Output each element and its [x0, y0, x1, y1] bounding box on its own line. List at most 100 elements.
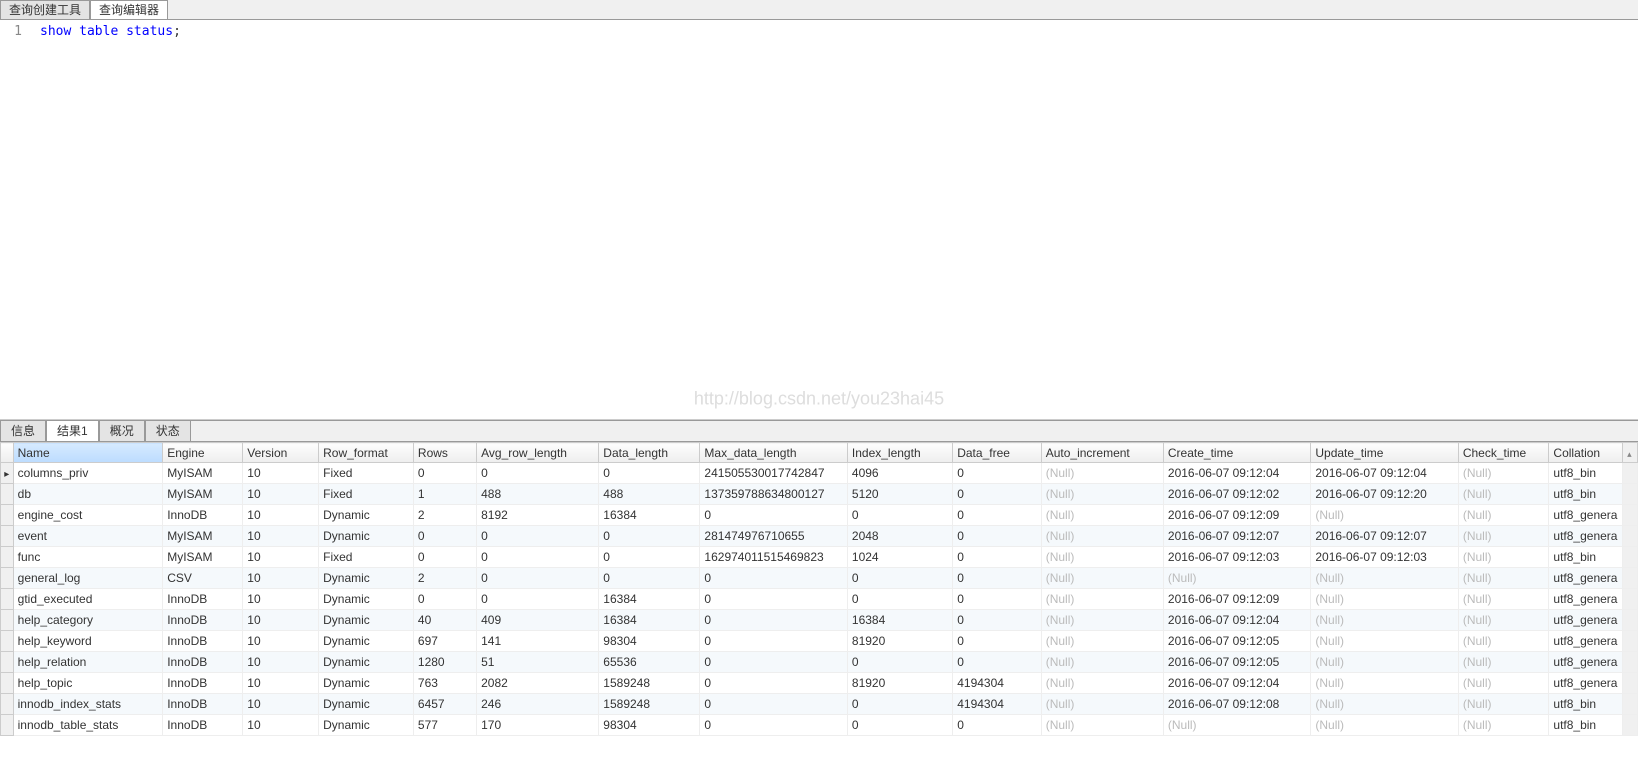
cell-auto_increment[interactable]: (Null) [1041, 652, 1163, 673]
column-header-collation[interactable]: Collation [1549, 443, 1623, 463]
cell-max_data_length[interactable]: 0 [700, 568, 847, 589]
cell-collation[interactable]: utf8_bin [1549, 547, 1623, 568]
table-row[interactable]: help_topicInnoDB10Dynamic763208215892480… [1, 673, 1638, 694]
cell-name[interactable]: innodb_table_stats [13, 715, 163, 736]
cell-row_format[interactable]: Dynamic [319, 505, 414, 526]
cell-avg_row_length[interactable]: 8192 [477, 505, 599, 526]
cell-create_time[interactable]: 2016-06-07 09:12:09 [1163, 505, 1310, 526]
cell-row_format[interactable]: Dynamic [319, 715, 414, 736]
cell-row_format[interactable]: Dynamic [319, 526, 414, 547]
cell-index_length[interactable]: 5120 [847, 484, 952, 505]
cell-name[interactable]: db [13, 484, 163, 505]
cell-data_free[interactable]: 0 [953, 547, 1041, 568]
cell-rows[interactable]: 577 [413, 715, 476, 736]
cell-version[interactable]: 10 [243, 694, 319, 715]
cell-max_data_length[interactable]: 162974011515469823 [700, 547, 847, 568]
cell-rows[interactable]: 0 [413, 526, 476, 547]
cell-data_length[interactable]: 65536 [599, 652, 700, 673]
cell-avg_row_length[interactable]: 2082 [477, 673, 599, 694]
cell-version[interactable]: 10 [243, 484, 319, 505]
cell-create_time[interactable]: 2016-06-07 09:12:03 [1163, 547, 1310, 568]
cell-max_data_length[interactable]: 0 [700, 652, 847, 673]
cell-avg_row_length[interactable]: 0 [477, 526, 599, 547]
cell-name[interactable]: general_log [13, 568, 163, 589]
cell-rows[interactable]: 0 [413, 589, 476, 610]
cell-check_time[interactable]: (Null) [1458, 673, 1549, 694]
cell-update_time[interactable]: (Null) [1311, 673, 1458, 694]
cell-avg_row_length[interactable]: 141 [477, 631, 599, 652]
cell-avg_row_length[interactable]: 0 [477, 463, 599, 484]
cell-auto_increment[interactable]: (Null) [1041, 463, 1163, 484]
cell-data_free[interactable]: 0 [953, 484, 1041, 505]
cell-update_time[interactable]: (Null) [1311, 694, 1458, 715]
cell-update_time[interactable]: (Null) [1311, 610, 1458, 631]
cell-index_length[interactable]: 0 [847, 694, 952, 715]
cell-check_time[interactable]: (Null) [1458, 547, 1549, 568]
cell-update_time[interactable]: 2016-06-07 09:12:04 [1311, 463, 1458, 484]
cell-engine[interactable]: InnoDB [163, 652, 243, 673]
tab-query-builder[interactable]: 查询创建工具 [0, 0, 90, 19]
cell-version[interactable]: 10 [243, 505, 319, 526]
cell-max_data_length[interactable]: 0 [700, 694, 847, 715]
cell-index_length[interactable]: 81920 [847, 673, 952, 694]
cell-update_time[interactable]: (Null) [1311, 589, 1458, 610]
cell-engine[interactable]: MyISAM [163, 463, 243, 484]
cell-name[interactable]: help_relation [13, 652, 163, 673]
cell-name[interactable]: event [13, 526, 163, 547]
column-header-create_time[interactable]: Create_time [1163, 443, 1310, 463]
table-row[interactable]: help_categoryInnoDB10Dynamic404091638401… [1, 610, 1638, 631]
cell-index_length[interactable]: 0 [847, 568, 952, 589]
cell-check_time[interactable]: (Null) [1458, 631, 1549, 652]
column-header-check_time[interactable]: Check_time [1458, 443, 1549, 463]
cell-auto_increment[interactable]: (Null) [1041, 715, 1163, 736]
cell-row_format[interactable]: Fixed [319, 463, 414, 484]
column-header-index_length[interactable]: Index_length [847, 443, 952, 463]
cell-avg_row_length[interactable]: 246 [477, 694, 599, 715]
cell-create_time[interactable]: 2016-06-07 09:12:02 [1163, 484, 1310, 505]
cell-avg_row_length[interactable]: 409 [477, 610, 599, 631]
cell-auto_increment[interactable]: (Null) [1041, 610, 1163, 631]
cell-data_free[interactable]: 4194304 [953, 694, 1041, 715]
table-row[interactable]: dbMyISAM10Fixed1488488137359788634800127… [1, 484, 1638, 505]
cell-max_data_length[interactable]: 0 [700, 505, 847, 526]
cell-rows[interactable]: 763 [413, 673, 476, 694]
cell-rows[interactable]: 40 [413, 610, 476, 631]
cell-version[interactable]: 10 [243, 463, 319, 484]
table-row[interactable]: help_relationInnoDB10Dynamic128051655360… [1, 652, 1638, 673]
cell-avg_row_length[interactable]: 488 [477, 484, 599, 505]
cell-data_length[interactable]: 1589248 [599, 694, 700, 715]
cell-version[interactable]: 10 [243, 673, 319, 694]
column-header-version[interactable]: Version [243, 443, 319, 463]
cell-data_length[interactable]: 98304 [599, 631, 700, 652]
cell-data_free[interactable]: 0 [953, 526, 1041, 547]
cell-name[interactable]: func [13, 547, 163, 568]
cell-version[interactable]: 10 [243, 652, 319, 673]
cell-row_format[interactable]: Fixed [319, 547, 414, 568]
cell-update_time[interactable]: (Null) [1311, 652, 1458, 673]
cell-collation[interactable]: utf8_genera [1549, 526, 1623, 547]
cell-rows[interactable]: 2 [413, 568, 476, 589]
cell-update_time[interactable]: (Null) [1311, 631, 1458, 652]
cell-version[interactable]: 10 [243, 610, 319, 631]
tab-result1[interactable]: 结果1 [46, 421, 99, 441]
cell-create_time[interactable]: 2016-06-07 09:12:04 [1163, 610, 1310, 631]
cell-engine[interactable]: CSV [163, 568, 243, 589]
cell-check_time[interactable]: (Null) [1458, 463, 1549, 484]
cell-auto_increment[interactable]: (Null) [1041, 505, 1163, 526]
cell-name[interactable]: gtid_executed [13, 589, 163, 610]
cell-engine[interactable]: InnoDB [163, 673, 243, 694]
column-header-row_format[interactable]: Row_format [319, 443, 414, 463]
cell-version[interactable]: 10 [243, 631, 319, 652]
table-row[interactable]: eventMyISAM10Dynamic00028147497671065520… [1, 526, 1638, 547]
tab-info[interactable]: 信息 [0, 421, 46, 441]
cell-collation[interactable]: utf8_bin [1549, 484, 1623, 505]
cell-name[interactable]: help_topic [13, 673, 163, 694]
cell-check_time[interactable]: (Null) [1458, 694, 1549, 715]
cell-collation[interactable]: utf8_genera [1549, 631, 1623, 652]
cell-max_data_length[interactable]: 0 [700, 631, 847, 652]
table-row[interactable]: funcMyISAM10Fixed00016297401151546982310… [1, 547, 1638, 568]
cell-row_format[interactable]: Dynamic [319, 631, 414, 652]
cell-name[interactable]: columns_priv [13, 463, 163, 484]
column-header-name[interactable]: Name [13, 443, 163, 463]
table-row[interactable]: engine_costInnoDB10Dynamic2819216384000(… [1, 505, 1638, 526]
